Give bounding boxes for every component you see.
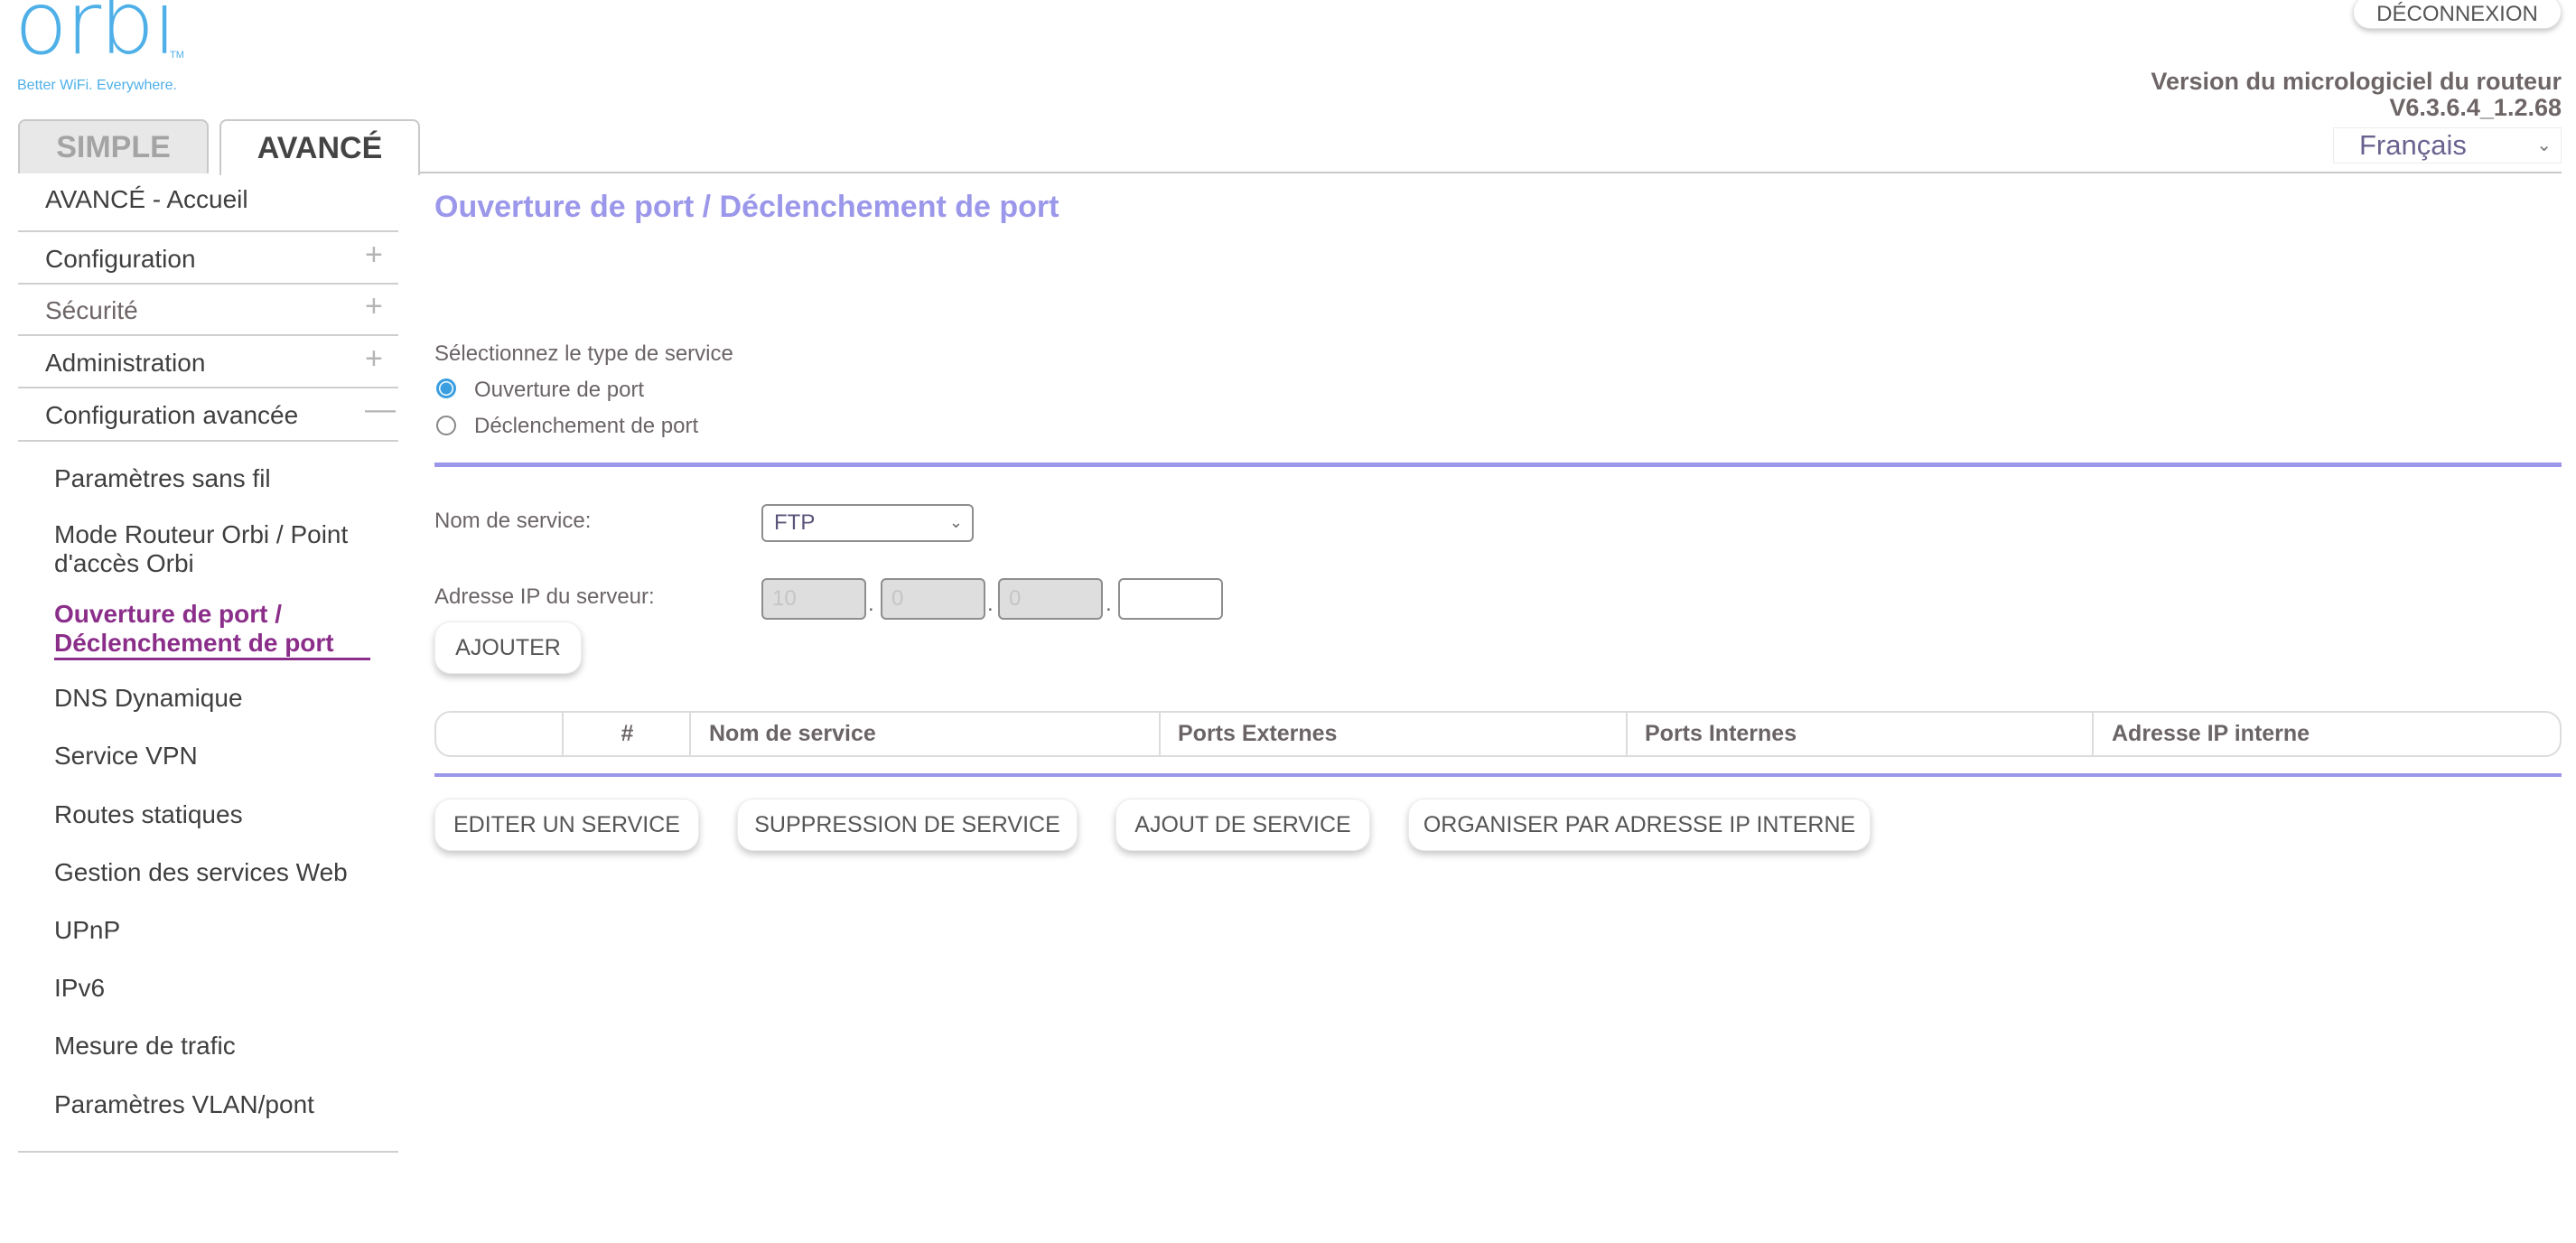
service-name-select[interactable]: FTP ⌄ <box>761 504 974 542</box>
tab-avance-label: AVANCÉ <box>257 130 383 165</box>
tagline: Better WiFi. Everywhere. <box>17 78 177 93</box>
ip-octet-1: 10 <box>761 578 866 620</box>
ip-octet-3: 0 <box>998 578 1103 620</box>
page-title: Ouverture de port / Déclenchement de por… <box>434 190 1059 224</box>
table-header-internal-ip: Adresse IP interne <box>2112 721 2310 746</box>
table-header-internal-ports: Ports Internes <box>1645 721 1797 746</box>
table-header-external-ports: Ports Externes <box>1178 721 1338 746</box>
trademark: TM <box>170 50 184 61</box>
sidebar-item-advanced-setup[interactable]: Configuration avancée <box>45 401 298 430</box>
chevron-down-icon: ⌄ <box>2536 136 2552 155</box>
submenu-web-services[interactable]: Gestion des services Web <box>54 858 348 887</box>
sidebar-divider <box>18 283 398 285</box>
submenu-vpn-service[interactable]: Service VPN <box>54 742 198 771</box>
ip-octet-2: 0 <box>881 578 985 620</box>
submenu-port-forwarding[interactable]: Ouverture de port / Déclenchement de por… <box>54 600 334 658</box>
submenu-static-routes[interactable]: Routes statiques <box>54 800 243 829</box>
sort-by-internal-ip-button[interactable]: ORGANISER PAR ADRESSE IP INTERNE <box>1408 799 1871 851</box>
edit-service-button[interactable]: EDITER UN SERVICE <box>434 799 699 851</box>
orbi-logo: orbi <box>14 0 177 74</box>
column-divider <box>2092 713 2094 755</box>
table-divider <box>434 773 2562 777</box>
sidebar-item-label: Configuration avancée <box>45 401 299 429</box>
radio-port-forwarding-label[interactable]: Ouverture de port <box>474 378 644 403</box>
plus-icon[interactable]: + <box>365 238 383 273</box>
submenu-label-line2: Déclenchement de port <box>54 629 334 657</box>
port-forwarding-table: # Nom de service Ports Externes Ports In… <box>434 711 2562 757</box>
sidebar-item-security[interactable]: Sécurité <box>45 296 138 325</box>
sidebar-divider <box>18 230 398 232</box>
submenu-vlan-bridge[interactable]: Paramètres VLAN/pont <box>54 1090 314 1119</box>
column-divider <box>1159 713 1161 755</box>
tab-divider <box>420 172 2562 173</box>
radio-port-triggering[interactable] <box>436 416 456 435</box>
chevron-down-icon: ⌄ <box>948 513 963 531</box>
submenu-wireless-settings[interactable]: Paramètres sans fil <box>54 464 271 493</box>
sidebar-item-label: Configuration <box>45 245 196 273</box>
table-header-number: # <box>621 721 634 746</box>
sidebar-divider <box>18 387 398 388</box>
server-ip-label: Adresse IP du serveur: <box>434 584 655 609</box>
minus-icon[interactable]: — <box>365 392 396 427</box>
submenu-label-line1: Ouverture de port / <box>54 600 283 628</box>
service-name-value: FTP <box>774 510 816 535</box>
radio-port-forwarding[interactable] <box>436 379 456 398</box>
table-header-select <box>436 713 564 755</box>
submenu-label-line1: Mode Routeur Orbi / Point <box>54 520 349 548</box>
sidebar-bottom-divider <box>18 1151 398 1153</box>
sidebar-divider <box>18 440 398 442</box>
firmware-label: Version du micrologiciel du routeur <box>2151 68 2562 95</box>
submenu-ipv6[interactable]: IPv6 <box>54 974 105 1003</box>
submenu-upnp[interactable]: UPnP <box>54 916 120 945</box>
plus-icon[interactable]: + <box>365 289 383 324</box>
sidebar-item-administration[interactable]: Administration <box>45 349 205 378</box>
language-select[interactable]: Français ⌄ <box>2333 127 2562 164</box>
ip-separator: . <box>1106 592 1112 616</box>
table-header-service-name: Nom de service <box>709 721 876 746</box>
column-divider <box>689 713 691 755</box>
submenu-label-line2: d'accès Orbi <box>54 549 194 577</box>
ip-separator: . <box>868 592 874 616</box>
tab-avance[interactable]: AVANCÉ <box>219 119 420 175</box>
submenu-dynamic-dns[interactable]: DNS Dynamique <box>54 684 243 713</box>
sidebar-item-label: Sécurité <box>45 296 138 324</box>
plus-icon[interactable]: + <box>365 341 383 377</box>
submenu-traffic-meter[interactable]: Mesure de trafic <box>54 1032 236 1061</box>
logout-button[interactable]: DÉCONNEXION <box>2353 0 2562 29</box>
firmware-version: V6.3.6.4_1.2.68 <box>2389 94 2562 121</box>
section-divider <box>434 463 2562 467</box>
add-service-button[interactable]: AJOUT DE SERVICE <box>1115 799 1370 851</box>
active-underline <box>54 658 370 660</box>
ip-octet-4-input[interactable] <box>1118 578 1223 620</box>
ip-separator: . <box>987 592 994 616</box>
tab-simple-label: SIMPLE <box>56 129 171 164</box>
radio-port-triggering-label[interactable]: Déclenchement de port <box>474 414 698 439</box>
submenu-router-ap-mode[interactable]: Mode Routeur Orbi / Point d'accès Orbi <box>54 520 348 578</box>
sidebar-item-configuration[interactable]: Configuration <box>45 245 196 274</box>
add-button[interactable]: AJOUTER <box>434 622 582 674</box>
column-divider <box>1626 713 1628 755</box>
tab-simple[interactable]: SIMPLE <box>18 119 209 173</box>
language-value: Français <box>2359 129 2467 161</box>
service-type-label: Sélectionnez le type de service <box>434 341 733 366</box>
sidebar-divider <box>18 334 398 336</box>
service-name-label: Nom de service: <box>434 509 592 533</box>
sidebar-item-label: Administration <box>45 349 206 377</box>
sidebar-item-advanced-home[interactable]: AVANCÉ - Accueil <box>45 185 248 214</box>
delete-service-button[interactable]: SUPPRESSION DE SERVICE <box>737 799 1078 851</box>
sidebar-item-label: AVANCÉ - Accueil <box>45 185 248 213</box>
